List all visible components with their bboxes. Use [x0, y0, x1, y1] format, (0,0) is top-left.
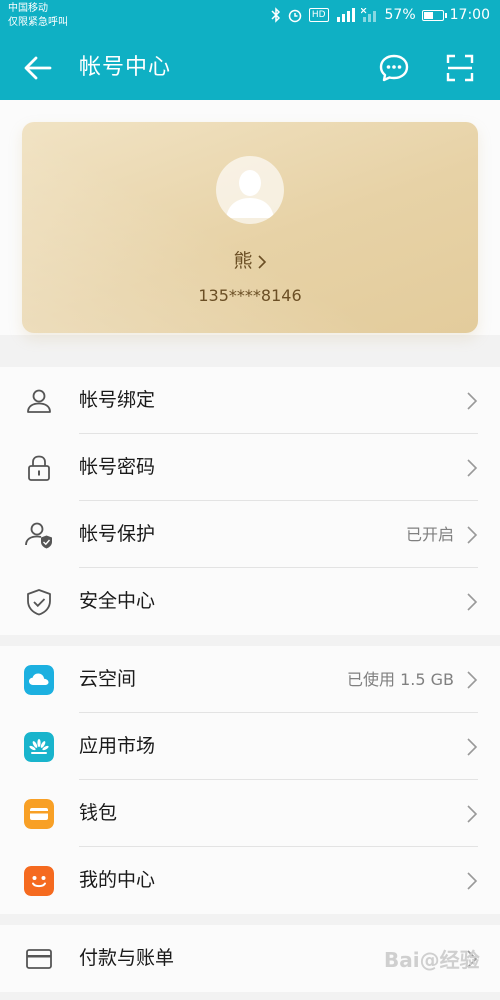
row-wallet[interactable]: 钱包: [0, 780, 500, 847]
app-bar: 帐号中心: [0, 35, 500, 100]
person-icon: [27, 389, 51, 413]
carrier-info: 中国移动 仅限紧急呼叫: [8, 2, 68, 30]
row-app-market[interactable]: 应用市场: [0, 713, 500, 780]
lock-icon: [28, 455, 50, 481]
row-value: 已使用 1.5 GB: [347, 670, 454, 689]
signal-4g-icon: [336, 8, 355, 22]
message-icon[interactable]: [378, 52, 410, 84]
shield-check-icon: [27, 589, 51, 616]
battery-icon: [421, 9, 447, 21]
chevron-right-icon: [467, 526, 478, 544]
wallet-icon: [24, 799, 54, 829]
app-market-icon: [24, 732, 54, 762]
row-label: 我的中心: [79, 869, 156, 891]
profile-card[interactable]: 熊 135****8146: [22, 122, 478, 333]
row-my-center[interactable]: 我的中心: [0, 847, 500, 914]
row-label: 帐号保护: [79, 523, 156, 545]
default-avatar-icon: [216, 156, 284, 224]
services-group: 云空间 已使用 1.5 GB 应用市场 钱包 我的中心: [0, 646, 500, 914]
row-account-binding[interactable]: 帐号绑定: [0, 367, 500, 434]
profile-phone: 135****8146: [198, 286, 302, 305]
profile-name-row[interactable]: 熊: [22, 246, 478, 273]
back-arrow-icon[interactable]: [22, 52, 54, 84]
chevron-right-icon: [467, 738, 478, 756]
signal-no-sim-icon: [360, 8, 376, 22]
row-account-password[interactable]: 帐号密码: [0, 434, 500, 501]
row-value: 已开启: [405, 525, 454, 544]
chevron-right-icon: [467, 459, 478, 477]
row-label: 安全中心: [79, 590, 156, 612]
chevron-right-icon: [467, 392, 478, 410]
person-shield-icon: [25, 522, 52, 549]
chevron-right-icon: [257, 254, 266, 269]
row-cloud-space[interactable]: 云空间 已使用 1.5 GB: [0, 646, 500, 713]
row-label: 应用市场: [79, 735, 156, 757]
profile-name: 熊: [233, 250, 253, 272]
bluetooth-icon: [271, 7, 280, 23]
row-label: 云空间: [79, 668, 137, 690]
row-security-center[interactable]: 安全中心: [0, 568, 500, 635]
smiley-icon: [24, 866, 54, 896]
page-title: 帐号中心: [79, 55, 172, 80]
emergency-only-text: 仅限紧急呼叫: [8, 17, 68, 28]
battery-percent: 57%: [384, 7, 416, 23]
chevron-right-icon: [467, 872, 478, 890]
avatar[interactable]: [216, 156, 284, 224]
card-icon: [26, 949, 52, 969]
row-account-protection[interactable]: 帐号保护 已开启: [0, 501, 500, 568]
row-label: 帐号绑定: [79, 389, 156, 411]
chevron-right-icon: [467, 805, 478, 823]
profile-section: 熊 135****8146: [0, 100, 500, 335]
alarm-icon: [288, 9, 302, 23]
hd-icon: HD: [308, 8, 329, 22]
account-settings-group: 帐号绑定 帐号密码 帐号保护 已开启 安全中心: [0, 367, 500, 635]
cloud-icon: [24, 665, 54, 695]
carrier-name: 中国移动: [8, 3, 48, 14]
chevron-right-icon: [467, 593, 478, 611]
status-bar: 中国移动 仅限紧急呼叫 HD 57% 17:00: [0, 0, 500, 35]
status-right: HD 57% 17:00: [271, 7, 490, 23]
row-label: 付款与账单: [79, 947, 175, 969]
scan-icon[interactable]: [444, 52, 476, 84]
row-label: 钱包: [79, 802, 118, 824]
row-label: 帐号密码: [79, 456, 156, 478]
chevron-right-icon: [467, 671, 478, 689]
watermark: Bai@经验: [384, 948, 480, 972]
clock: 17:00: [449, 7, 490, 23]
